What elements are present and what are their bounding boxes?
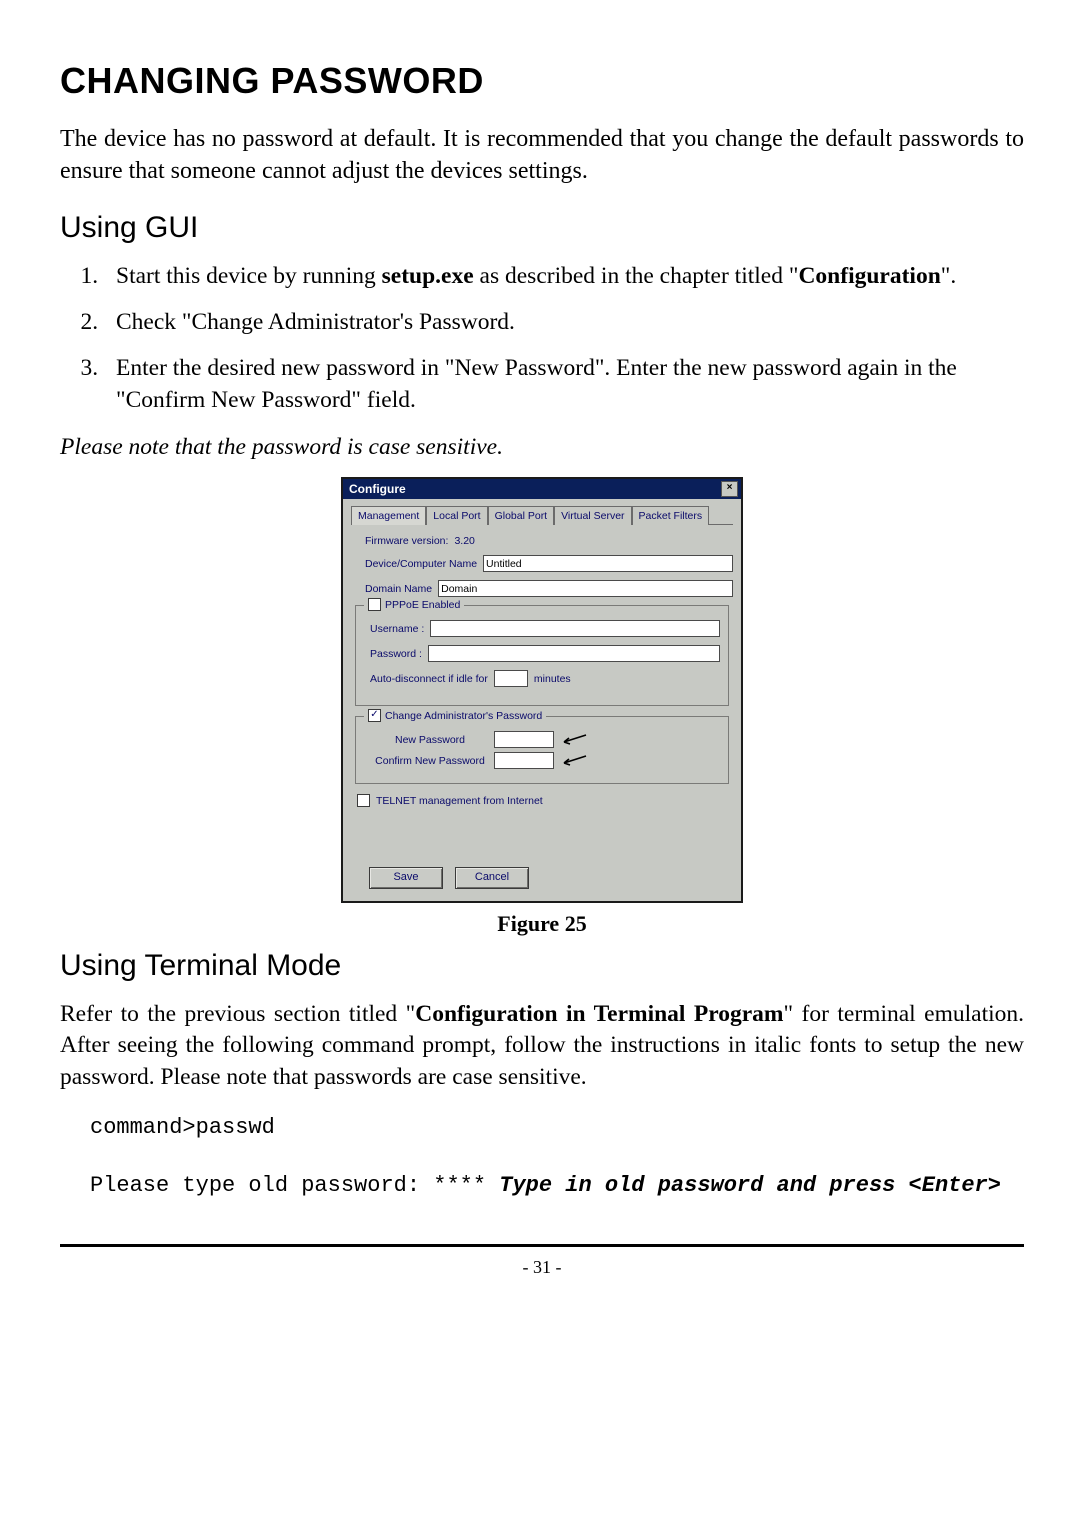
list-item: Check "Change Administrator's Password. xyxy=(104,307,1024,339)
confirm-password-input[interactable] xyxy=(494,752,554,769)
pppoe-checkbox[interactable] xyxy=(368,598,381,611)
change-password-group: ✓ Change Administrator's Password New Pa… xyxy=(355,716,729,784)
username-label: Username : xyxy=(370,623,424,635)
figure-label: Figure 25 xyxy=(60,911,1024,937)
dialog-titlebar: Configure × xyxy=(343,479,741,499)
arrow-icon xyxy=(558,754,588,768)
save-button[interactable]: Save xyxy=(369,867,443,889)
terminal-intro: Refer to the previous section titled "Co… xyxy=(60,999,1024,1093)
password-label: Password : xyxy=(370,648,422,660)
minutes-label: minutes xyxy=(534,673,571,685)
device-name-input[interactable] xyxy=(483,555,733,572)
section-using-terminal: Using Terminal Mode xyxy=(60,949,1024,983)
username-input[interactable] xyxy=(430,620,720,637)
telnet-label: TELNET management from Internet xyxy=(376,795,543,807)
configure-dialog: Configure × Management Local Port Global… xyxy=(341,477,743,903)
note-case-sensitive: Please note that the password is case se… xyxy=(60,434,1024,461)
telnet-checkbox[interactable] xyxy=(357,794,370,807)
arrow-icon xyxy=(558,733,588,747)
new-password-input[interactable] xyxy=(494,731,554,748)
new-password-label: New Password xyxy=(370,734,490,746)
footer-rule xyxy=(60,1244,1024,1247)
intro-paragraph: The device has no password at default. I… xyxy=(60,124,1024,187)
gui-steps: Start this device by running setup.exe a… xyxy=(60,261,1024,416)
pppoe-label: PPPoE Enabled xyxy=(385,599,460,611)
tab-virtual-server[interactable]: Virtual Server xyxy=(554,506,631,525)
auto-disconnect-input[interactable] xyxy=(494,670,528,687)
terminal-line-2: Please type old password: **** Type in o… xyxy=(90,1148,1024,1198)
auto-disconnect-label: Auto-disconnect if idle for xyxy=(370,673,488,685)
tab-local-port[interactable]: Local Port xyxy=(426,506,487,525)
confirm-password-label: Confirm New Password xyxy=(370,755,490,767)
firmware-label: Firmware version: xyxy=(365,535,448,547)
change-password-checkbox[interactable]: ✓ xyxy=(368,709,381,722)
cancel-button[interactable]: Cancel xyxy=(455,867,529,889)
tab-global-port[interactable]: Global Port xyxy=(488,506,555,525)
password-input[interactable] xyxy=(428,645,720,662)
domain-name-input[interactable] xyxy=(438,580,733,597)
domain-name-label: Domain Name xyxy=(365,583,432,595)
list-item: Enter the desired new password in "New P… xyxy=(104,353,1024,416)
dialog-title-text: Configure xyxy=(349,482,406,496)
section-using-gui: Using GUI xyxy=(60,211,1024,245)
tab-management[interactable]: Management xyxy=(351,506,426,525)
dialog-tabs: Management Local Port Global Port Virtua… xyxy=(351,505,733,525)
close-icon[interactable]: × xyxy=(721,481,738,497)
device-name-label: Device/Computer Name xyxy=(365,558,477,570)
pppoe-group: PPPoE Enabled Username : Password : Auto… xyxy=(355,605,729,706)
tab-packet-filters[interactable]: Packet Filters xyxy=(632,506,710,525)
firmware-version: 3.20 xyxy=(454,535,474,547)
change-password-label: Change Administrator's Password xyxy=(385,710,542,722)
page-number: - 31 - xyxy=(60,1257,1024,1278)
list-item: Start this device by running setup.exe a… xyxy=(104,261,1024,293)
page-title: CHANGING PASSWORD xyxy=(60,60,1024,102)
terminal-line-1: command>passwd xyxy=(90,1115,1024,1140)
